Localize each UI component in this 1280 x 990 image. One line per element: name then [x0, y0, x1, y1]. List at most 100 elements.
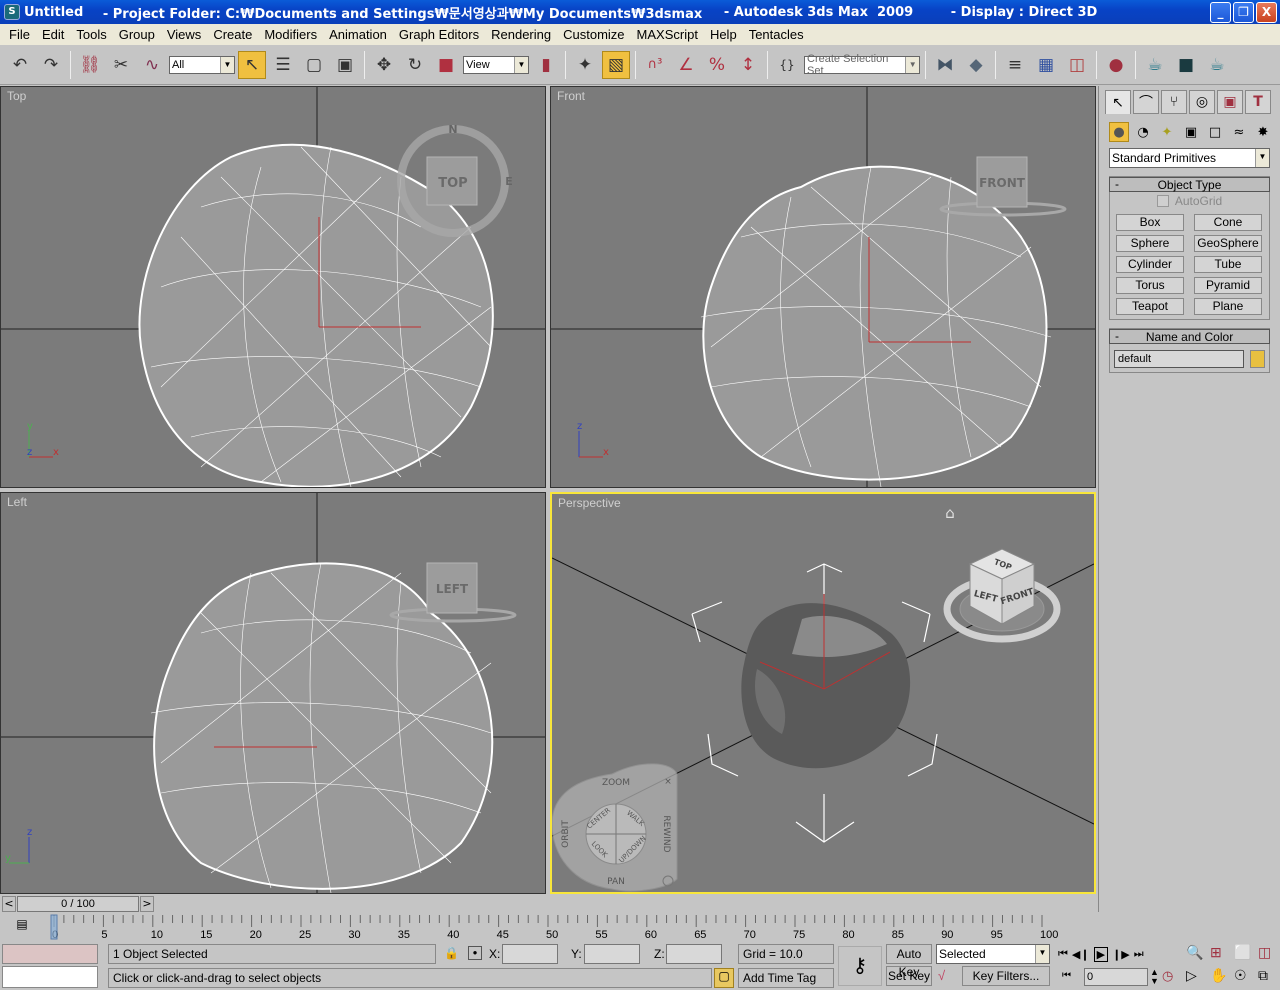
menu-edit[interactable]: Edit — [36, 27, 70, 42]
wheel-orbit-label[interactable]: ORBIT — [561, 820, 571, 848]
viewcube-perspective[interactable]: TOP LEFT FRONT — [943, 548, 1061, 643]
autogrid-checkbox[interactable] — [1156, 195, 1169, 207]
menu-tools[interactable]: Tools — [70, 27, 112, 42]
time-slider-thumb[interactable]: 0 / 100 — [17, 896, 139, 912]
shapes-icon[interactable]: ◔ — [1133, 122, 1153, 142]
wheel-zoom-label[interactable]: ZOOM — [602, 778, 630, 788]
zoom-extents-icon[interactable]: ⬜ — [1234, 944, 1256, 965]
menu-animation[interactable]: Animation — [323, 27, 393, 42]
menu-customize[interactable]: Customize — [557, 27, 630, 42]
zoom-extents-all-icon[interactable]: ◫ — [1258, 944, 1280, 965]
y-coordinate-input[interactable] — [584, 944, 640, 964]
menu-graph-editors[interactable]: Graph Editors — [393, 27, 485, 42]
set-key-button[interactable]: Set Key — [886, 966, 932, 986]
minimize-button[interactable]: _ — [1210, 2, 1231, 23]
edit-named-selection-icon[interactable]: {} — [773, 51, 801, 79]
hierarchy-tab-icon[interactable]: ⑂ — [1161, 90, 1187, 114]
rectangular-selection-region-icon[interactable]: ▢ — [300, 51, 328, 79]
viewport-top[interactable]: TOP N E y z x Top — [0, 86, 546, 488]
viewport-label[interactable]: Perspective — [558, 496, 621, 510]
wheel-close-icon[interactable]: × — [664, 777, 672, 787]
motion-tab-icon[interactable]: ◎ — [1189, 90, 1215, 114]
key-filters-button[interactable]: Key Filters... — [962, 966, 1050, 986]
plane-button[interactable]: Plane — [1194, 298, 1262, 315]
object-type-rollout-header[interactable]: - Object Type — [1109, 177, 1270, 192]
reference-coordinate-dropdown[interactable]: View ▼ — [463, 55, 529, 74]
sphere-button[interactable]: Sphere — [1116, 235, 1184, 252]
object-color-swatch[interactable] — [1250, 350, 1265, 368]
geometry-icon[interactable]: ● — [1109, 122, 1129, 142]
viewport-label[interactable]: Top — [7, 89, 26, 103]
previous-frame-icon[interactable]: ◀❙ — [1072, 948, 1090, 961]
menu-modifiers[interactable]: Modifiers — [258, 27, 323, 42]
helpers-icon[interactable]: □ — [1205, 122, 1225, 142]
menu-group[interactable]: Group — [113, 27, 161, 42]
menu-tentacles[interactable]: Tentacles — [743, 27, 810, 42]
pan-view-icon[interactable]: ✋ — [1210, 967, 1232, 988]
home-icon[interactable]: ⌂ — [945, 504, 955, 522]
wheel-pan-label[interactable]: PAN — [607, 877, 625, 887]
wheel-rewind-label[interactable]: REWIND — [661, 815, 671, 852]
app-icon[interactable]: S — [4, 4, 20, 20]
selection-filter-dropdown[interactable]: All ▼ — [169, 55, 235, 74]
pyramid-button[interactable]: Pyramid — [1194, 277, 1262, 294]
key-mode-dropdown[interactable]: Selected ▼ — [936, 944, 1050, 964]
viewport-label[interactable]: Left — [7, 495, 27, 509]
spinner-snap-icon[interactable]: ↕ — [734, 51, 762, 79]
material-editor-icon[interactable]: ● — [1102, 51, 1130, 79]
undo-icon[interactable]: ↶ — [6, 51, 34, 79]
next-frame-icon[interactable]: ❙▶ — [1112, 948, 1130, 961]
viewport-perspective[interactable]: TOP LEFT FRONT ⌂ ZOOM CENTER WALK ORBIT … — [550, 492, 1096, 894]
time-configuration-icon[interactable]: ◷ — [1162, 968, 1173, 984]
select-and-scale-icon[interactable]: ■ — [432, 51, 460, 79]
cylinder-button[interactable]: Cylinder — [1116, 256, 1184, 273]
modify-tab-icon[interactable]: ⌒ — [1133, 90, 1159, 114]
zoom-icon[interactable]: 🔍 — [1186, 944, 1208, 965]
align-icon[interactable]: ◆ — [962, 51, 990, 79]
go-to-start-icon[interactable]: ⏮ — [1058, 948, 1068, 961]
window-crossing-icon[interactable]: ▣ — [331, 51, 359, 79]
rendered-frame-window-icon[interactable]: ■ — [1172, 51, 1200, 79]
zoom-all-icon[interactable]: ⊞ — [1210, 944, 1232, 965]
orbit-icon[interactable]: ☉ — [1234, 967, 1256, 988]
frame-spinner-icon[interactable]: ▲ ▼ — [1150, 968, 1159, 986]
lights-icon[interactable]: ✦ — [1157, 122, 1177, 142]
redo-icon[interactable]: ↷ — [37, 51, 65, 79]
primitive-category-dropdown[interactable]: Standard Primitives ▼ — [1109, 148, 1270, 168]
named-selection-sets-dropdown[interactable]: Create Selection Set ▼ — [804, 53, 920, 77]
keyboard-shortcut-override-icon[interactable]: ▧ — [602, 50, 630, 79]
menu-views[interactable]: Views — [161, 27, 207, 42]
render-setup-icon[interactable]: ☕ — [1141, 51, 1169, 79]
curve-editor-icon[interactable]: ▦ — [1032, 51, 1060, 79]
viewport-label[interactable]: Front — [557, 89, 585, 103]
time-slider-prev-button[interactable]: < — [2, 896, 16, 912]
add-time-tag-button[interactable]: Add Time Tag — [738, 968, 834, 988]
close-button[interactable]: X — [1256, 2, 1277, 23]
unlink-selection-icon[interactable]: ✂ — [107, 51, 135, 79]
object-name-input[interactable] — [1114, 350, 1244, 368]
cone-button[interactable]: Cone — [1194, 214, 1262, 231]
steering-wheel[interactable]: ZOOM CENTER WALK ORBIT REWIND LOOK UP/DO… — [552, 763, 678, 892]
menu-help[interactable]: Help — [704, 27, 743, 42]
bind-to-space-warp-icon[interactable]: ∿ — [138, 51, 166, 79]
select-object-icon[interactable]: ↖ — [238, 50, 266, 79]
time-tag-icon[interactable]: ▢ — [714, 968, 734, 988]
current-frame-marker[interactable] — [50, 914, 58, 940]
viewport-left[interactable]: LEFT z y Left — [0, 492, 546, 894]
time-slider-next-button[interactable]: > — [140, 896, 154, 912]
tube-button[interactable]: Tube — [1194, 256, 1262, 273]
systems-icon[interactable]: ✸ — [1253, 122, 1273, 142]
viewport-front[interactable]: FRONT z x Front — [550, 86, 1096, 488]
mirror-icon[interactable]: ⧓ — [931, 51, 959, 79]
menu-file[interactable]: File — [3, 27, 36, 42]
go-to-end-icon[interactable]: ⏭ — [1134, 948, 1144, 961]
auto-key-button[interactable]: Auto Key — [886, 944, 932, 979]
torus-button[interactable]: Torus — [1116, 277, 1184, 294]
maximize-viewport-icon[interactable]: ⧉ — [1258, 967, 1280, 988]
geosphere-button[interactable]: GeoSphere — [1194, 235, 1262, 252]
menu-create[interactable]: Create — [207, 27, 258, 42]
maxscript-listener-mini[interactable] — [2, 944, 98, 964]
select-by-name-icon[interactable]: ☰ — [269, 51, 297, 79]
schematic-view-icon[interactable]: ◫ — [1063, 51, 1091, 79]
utilities-tab-icon[interactable]: T — [1245, 90, 1271, 114]
